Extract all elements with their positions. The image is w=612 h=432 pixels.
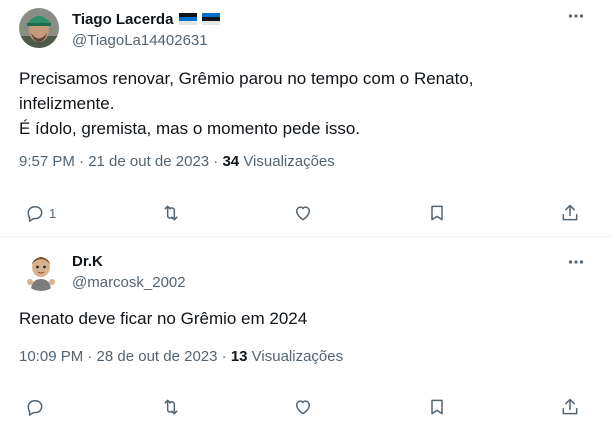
flag-icon: [178, 13, 197, 25]
share-button[interactable]: [560, 392, 580, 422]
retweet-button[interactable]: [161, 392, 181, 422]
bookmark-button[interactable]: [427, 392, 447, 422]
retweet-button[interactable]: [161, 198, 181, 228]
tweet-text: Renato deve ficar no Grêmio em 2024: [19, 306, 307, 331]
display-name[interactable]: Tiago Lacerda: [72, 11, 220, 28]
tweet-meta: 10:09 PM · 28 de out de 2023 · 13 Visual…: [19, 348, 343, 365]
user-handle[interactable]: @TiagoLa14402631: [72, 32, 208, 49]
reply-icon: [27, 400, 43, 416]
avatar[interactable]: [21, 251, 61, 291]
avatar[interactable]: [19, 8, 59, 48]
display-name[interactable]: Dr.K: [72, 253, 103, 270]
share-button[interactable]: [560, 198, 580, 228]
bookmark-icon: [431, 399, 443, 415]
views-label: Visualizações: [239, 153, 335, 170]
bookmark-button[interactable]: [427, 198, 447, 228]
retweet-icon: [164, 399, 178, 415]
retweet-icon: [164, 205, 178, 221]
share-icon: [562, 398, 578, 415]
user-handle[interactable]: @marcosk_2002: [72, 274, 186, 291]
views-label: Visualizações: [247, 348, 344, 365]
flag-icon: [201, 13, 220, 25]
tweet-text-line: É ídolo, gremista, mas o momento pede is…: [19, 119, 361, 138]
timestamp[interactable]: 10:09 PM · 28 de out de 2023 ·: [19, 348, 231, 365]
reply-button[interactable]: [25, 392, 49, 422]
views-count: 34: [222, 153, 240, 170]
more-icon[interactable]: [568, 254, 584, 275]
tweet-meta: 9:57 PM · 21 de out de 2023 · 34 Visuali…: [19, 153, 335, 170]
more-icon[interactable]: [568, 8, 584, 29]
like-icon: [296, 400, 310, 415]
tweet-text-line: infelizmente.: [19, 94, 115, 113]
tweet-text-line: Renato deve ficar no Grêmio em 2024: [19, 309, 308, 328]
like-button[interactable]: [293, 198, 313, 228]
action-bar: [0, 392, 612, 422]
reply-icon: [27, 206, 43, 222]
tweet-1[interactable]: Tiago Lacerda @TiagoLa14402631 Precisamo…: [0, 0, 612, 236]
reply-count: 1: [49, 205, 57, 221]
tweet-2[interactable]: Dr.K @marcosk_2002 Renato deve ficar no …: [0, 236, 612, 432]
tweet-text: Precisamos renovar, Grêmio parou no temp…: [19, 66, 474, 141]
bookmark-icon: [431, 205, 443, 221]
views-count: 13: [230, 348, 248, 365]
reply-button[interactable]: 1: [25, 198, 56, 228]
timestamp[interactable]: 9:57 PM · 21 de out de 2023 ·: [19, 153, 222, 170]
like-icon: [296, 206, 310, 221]
like-button[interactable]: [293, 392, 313, 422]
tweet-text-line: Precisamos renovar, Grêmio parou no temp…: [19, 69, 474, 88]
action-bar: 1: [0, 198, 612, 228]
share-icon: [562, 204, 578, 221]
